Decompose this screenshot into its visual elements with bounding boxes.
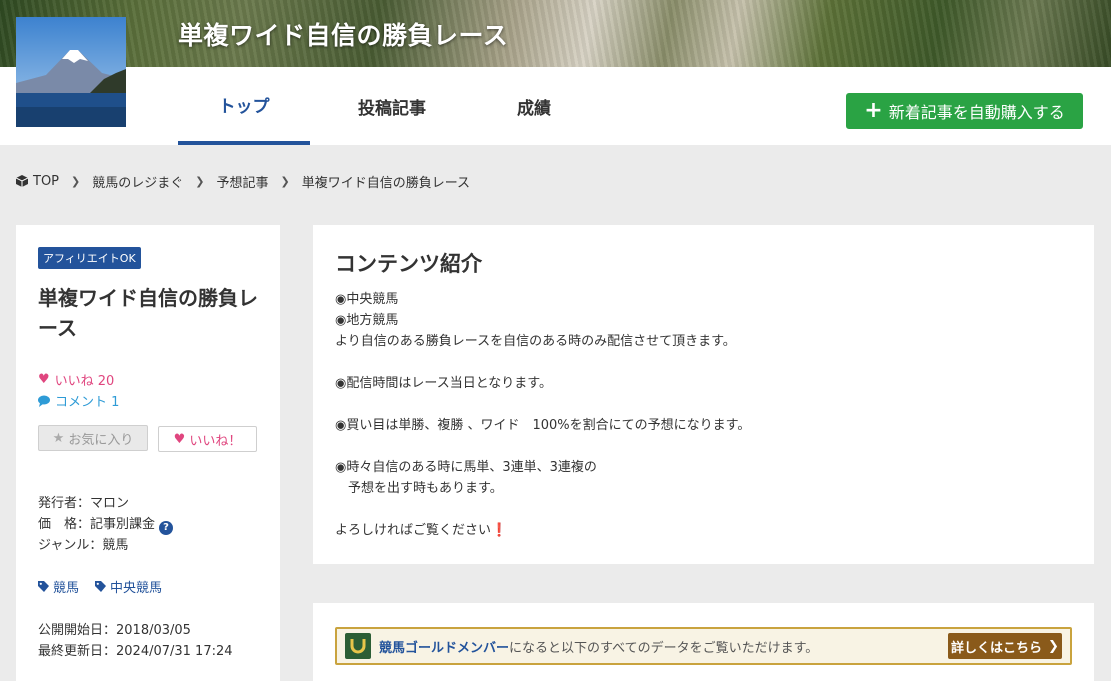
like-button[interactable]: ♥ いいね！: [158, 426, 257, 452]
exclamation-icon: ❗: [491, 523, 508, 538]
comments-count[interactable]: コメント 1: [38, 391, 119, 410]
comment-bubble-icon: [38, 395, 50, 407]
auto-purchase-button[interactable]: + 新着記事を自動購入する: [846, 93, 1083, 129]
star-icon: ★: [52, 430, 65, 446]
publisher: 発行者：マロン: [38, 496, 130, 511]
chevron-right-icon: ❯: [71, 174, 81, 188]
gold-member-description: になると以下のすべてのデータをご覧いただけます。: [509, 640, 819, 656]
content-intro-card: コンテンツ紹介 ◉中央競馬 ◉地方競馬 より自信のある勝負レースを自信のある時の…: [313, 225, 1094, 564]
like-label: いいね！: [189, 433, 242, 449]
plus-icon: +: [864, 98, 883, 123]
gold-member-name: 競馬ゴールドメンバー: [379, 640, 510, 656]
help-icon[interactable]: ?: [159, 520, 174, 535]
horseshoe-icon: [345, 633, 371, 659]
tag-central-keiba[interactable]: 中央競馬: [95, 577, 162, 596]
tag-list: 競馬 中央競馬: [38, 577, 162, 596]
likes-count[interactable]: ♥ いいね 20: [38, 370, 114, 389]
header-banner: 単複ワイド自信の勝負レース: [0, 0, 1111, 67]
tag-icon: [95, 581, 107, 592]
content-text: ◉中央競馬 ◉地方競馬 より自信のある勝負レースを自信のある時のみ配信させて頂き…: [335, 292, 751, 538]
magazine-title: 単複ワイド自信の勝負レース: [38, 286, 258, 340]
tab-posts[interactable]: 投稿記事: [326, 67, 458, 145]
gold-member-banner: 競馬ゴールドメンバーになると以下のすべてのデータをご覧いただけます。 詳しくはこ…: [335, 627, 1072, 665]
price: 価 格：記事別課金: [38, 517, 156, 532]
genre: ジャンル：競馬: [38, 538, 129, 553]
likes-label: いいね 20: [54, 374, 115, 389]
breadcrumb-predictions[interactable]: 予想記事: [216, 172, 268, 191]
author-avatar[interactable]: [16, 17, 126, 127]
content-heading: コンテンツ紹介: [335, 252, 482, 276]
auto-purchase-label: 新着記事を自動購入する: [888, 103, 1065, 122]
gold-member-text: 競馬ゴールドメンバーになると以下のすべてのデータをご覧いただけます。: [379, 637, 818, 656]
content-body: ◉中央競馬 ◉地方競馬 より自信のある勝負レースを自信のある時のみ配信させて頂き…: [335, 289, 750, 541]
tab-results[interactable]: 成績: [468, 67, 600, 145]
page-title: 単複ワイド自信の勝負レース: [178, 21, 509, 50]
details-button[interactable]: 詳しくはこちら ❯: [948, 633, 1062, 659]
heart-icon: ♥: [173, 431, 186, 447]
comments-label: コメント 1: [55, 395, 120, 410]
breadcrumb: TOP ❯ 競馬のレジまぐ ❯ 予想記事 ❯ 単複ワイド自信の勝負レース: [16, 172, 471, 191]
mountain-photo-icon: [16, 17, 126, 127]
tab-bar: トップ 投稿記事 成績 + 新着記事を自動購入する: [0, 67, 1111, 145]
breadcrumb-current: 単複ワイド自信の勝負レース: [301, 175, 471, 191]
tag-label: 中央競馬: [110, 581, 163, 596]
breadcrumb-keiba-regimag[interactable]: 競馬のレジまぐ: [92, 172, 183, 191]
heart-icon: ♥: [38, 372, 50, 387]
favorite-label: お気に入り: [68, 432, 134, 448]
updated-date: 最終更新日：2024/07/31 17:24: [38, 644, 233, 659]
chevron-right-icon: ❯: [280, 174, 290, 188]
breadcrumb-top[interactable]: TOP: [33, 174, 59, 189]
tag-keiba[interactable]: 競馬: [38, 577, 79, 596]
gold-member-card: 競馬ゴールドメンバーになると以下のすべてのデータをご覧いただけます。 詳しくはこ…: [313, 603, 1094, 681]
favorite-button[interactable]: ★ お気に入り: [38, 425, 148, 451]
tab-top[interactable]: トップ: [178, 67, 310, 145]
published-date: 公開開始日：2018/03/05: [38, 623, 191, 638]
affiliate-badge: アフィリエイトOK: [38, 247, 141, 269]
magazine-sidebar: アフィリエイトOK 単複ワイド自信の勝負レース ♥ いいね 20 コメント 1 …: [16, 225, 280, 681]
price-row: 価 格：記事別課金?: [38, 513, 174, 535]
chevron-right-icon: ❯: [1048, 638, 1059, 654]
tag-label: 競馬: [53, 581, 80, 596]
chevron-right-icon: ❯: [195, 174, 205, 188]
tag-icon: [38, 581, 49, 592]
cube-icon: [16, 175, 28, 187]
details-label: 詳しくはこちら: [951, 640, 1043, 656]
